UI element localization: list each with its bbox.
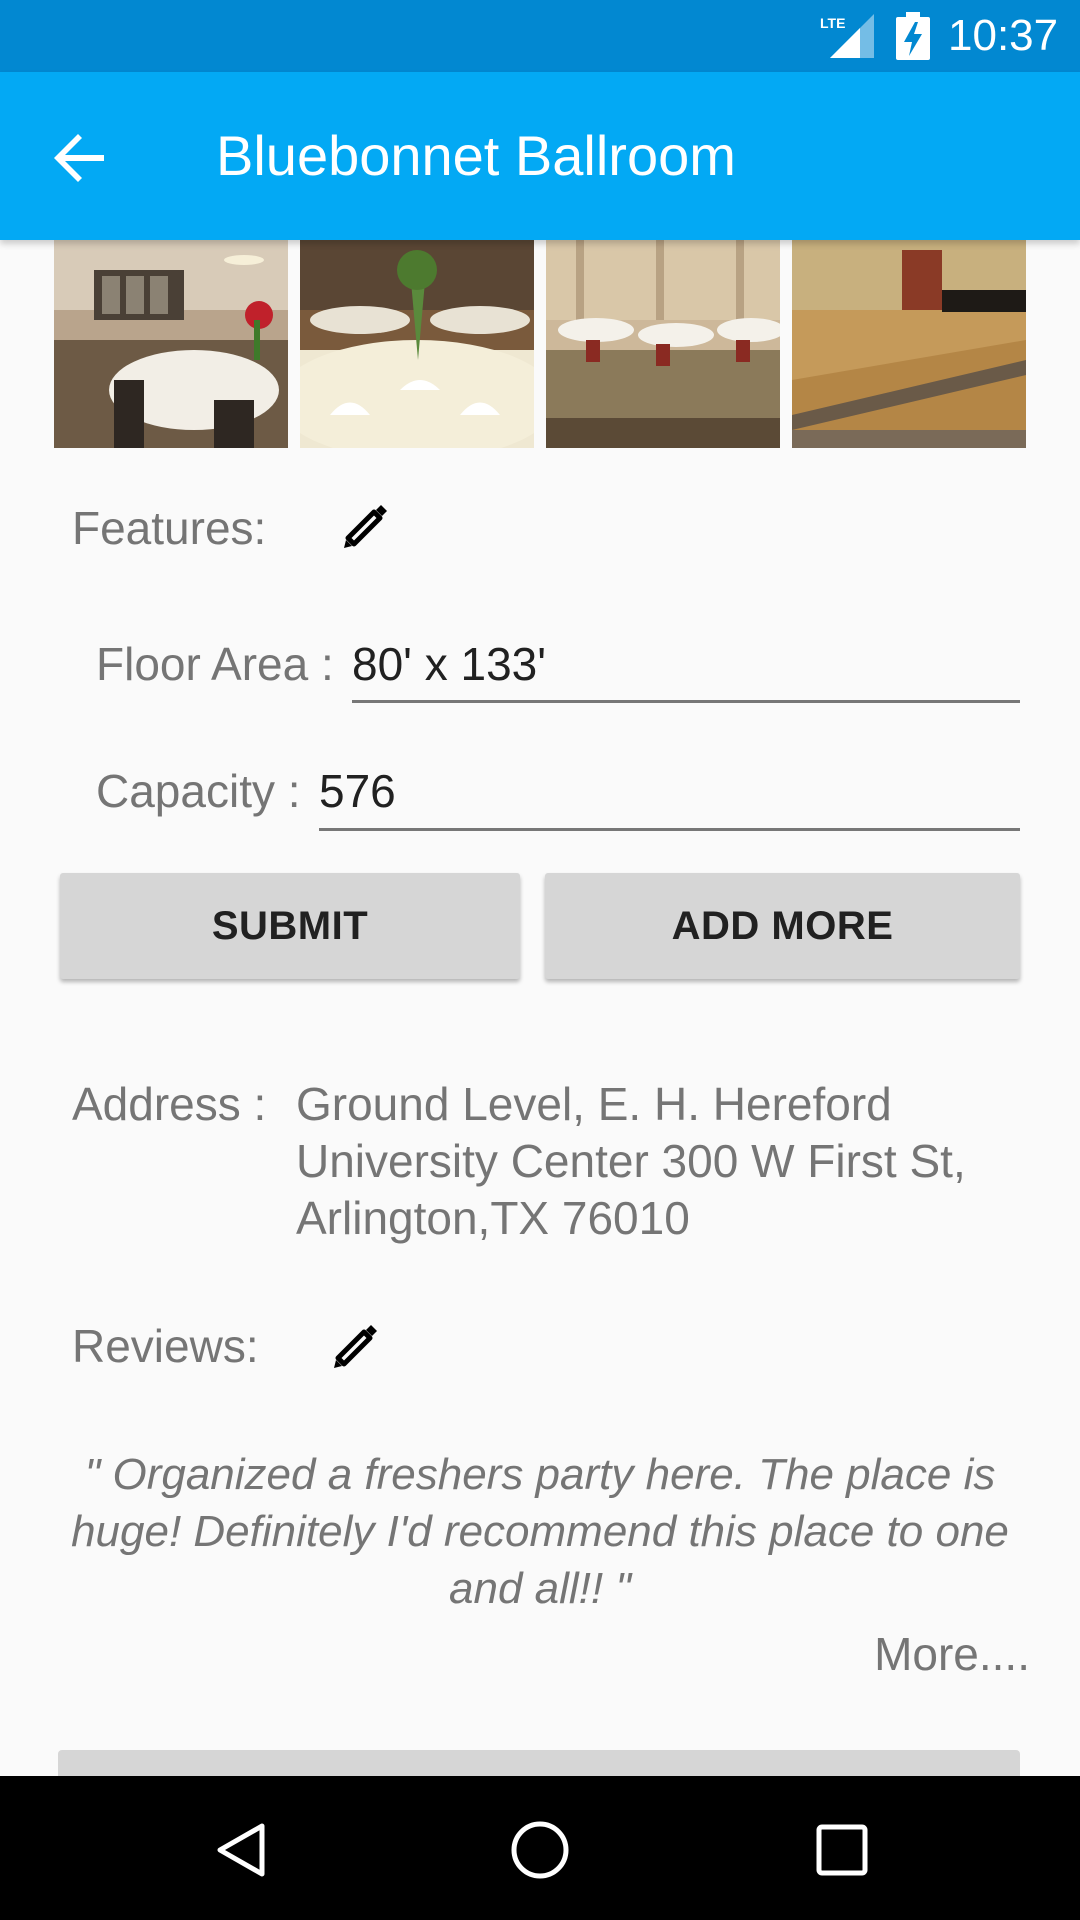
features-label: Features: bbox=[72, 502, 267, 554]
reviews-label: Reviews: bbox=[72, 1320, 259, 1372]
floor-area-input[interactable]: 80' x 133' bbox=[352, 636, 546, 692]
lte-signal-icon: LTE bbox=[820, 14, 874, 58]
page-title: Bluebonnet Ballroom bbox=[216, 124, 736, 187]
photo-gallery[interactable] bbox=[54, 240, 1034, 448]
add-more-button[interactable]: ADD MORE bbox=[545, 873, 1020, 979]
system-nav-bar bbox=[0, 1776, 1080, 1920]
pencil-icon[interactable] bbox=[338, 498, 394, 554]
floor-area-label: Floor Area : bbox=[96, 638, 334, 690]
ballroom-photo-2-image bbox=[300, 240, 534, 448]
ballroom-photo-4[interactable] bbox=[792, 240, 1026, 448]
more-reviews-link[interactable]: More.... bbox=[874, 1626, 1030, 1682]
ballroom-photo-3[interactable] bbox=[546, 240, 780, 448]
app-bar: Bluebonnet Ballroom bbox=[0, 72, 1080, 240]
pencil-icon[interactable] bbox=[328, 1318, 384, 1374]
capacity-underline bbox=[319, 828, 1020, 831]
arrow-left-icon[interactable] bbox=[48, 126, 112, 190]
ballroom-photo-3-image bbox=[546, 240, 780, 448]
address-value: Ground Level, E. H. Hereford University … bbox=[296, 1078, 966, 1244]
battery-charging-icon bbox=[896, 12, 930, 60]
ballroom-photo-1-image bbox=[54, 240, 288, 448]
review-quote: " Organized a freshers party here. The p… bbox=[71, 1450, 1009, 1613]
ballroom-photo-2[interactable] bbox=[300, 240, 534, 448]
home-circle-icon[interactable] bbox=[508, 1818, 572, 1882]
capacity-label: Capacity : bbox=[96, 765, 301, 817]
recents-square-icon[interactable] bbox=[814, 1822, 870, 1878]
status-bar: LTE 10:37 bbox=[0, 0, 1080, 72]
submit-button[interactable]: SUBMIT bbox=[60, 873, 520, 979]
status-time: 10:37 bbox=[948, 11, 1059, 60]
capacity-input[interactable]: 576 bbox=[319, 763, 396, 819]
back-triangle-icon[interactable] bbox=[212, 1820, 272, 1880]
ballroom-photo-4-image bbox=[792, 240, 1026, 448]
network-type-label: LTE bbox=[820, 15, 845, 31]
address-label: Address : bbox=[72, 1078, 267, 1130]
floor-area-underline bbox=[352, 700, 1020, 703]
ballroom-photo-1[interactable] bbox=[54, 240, 288, 448]
